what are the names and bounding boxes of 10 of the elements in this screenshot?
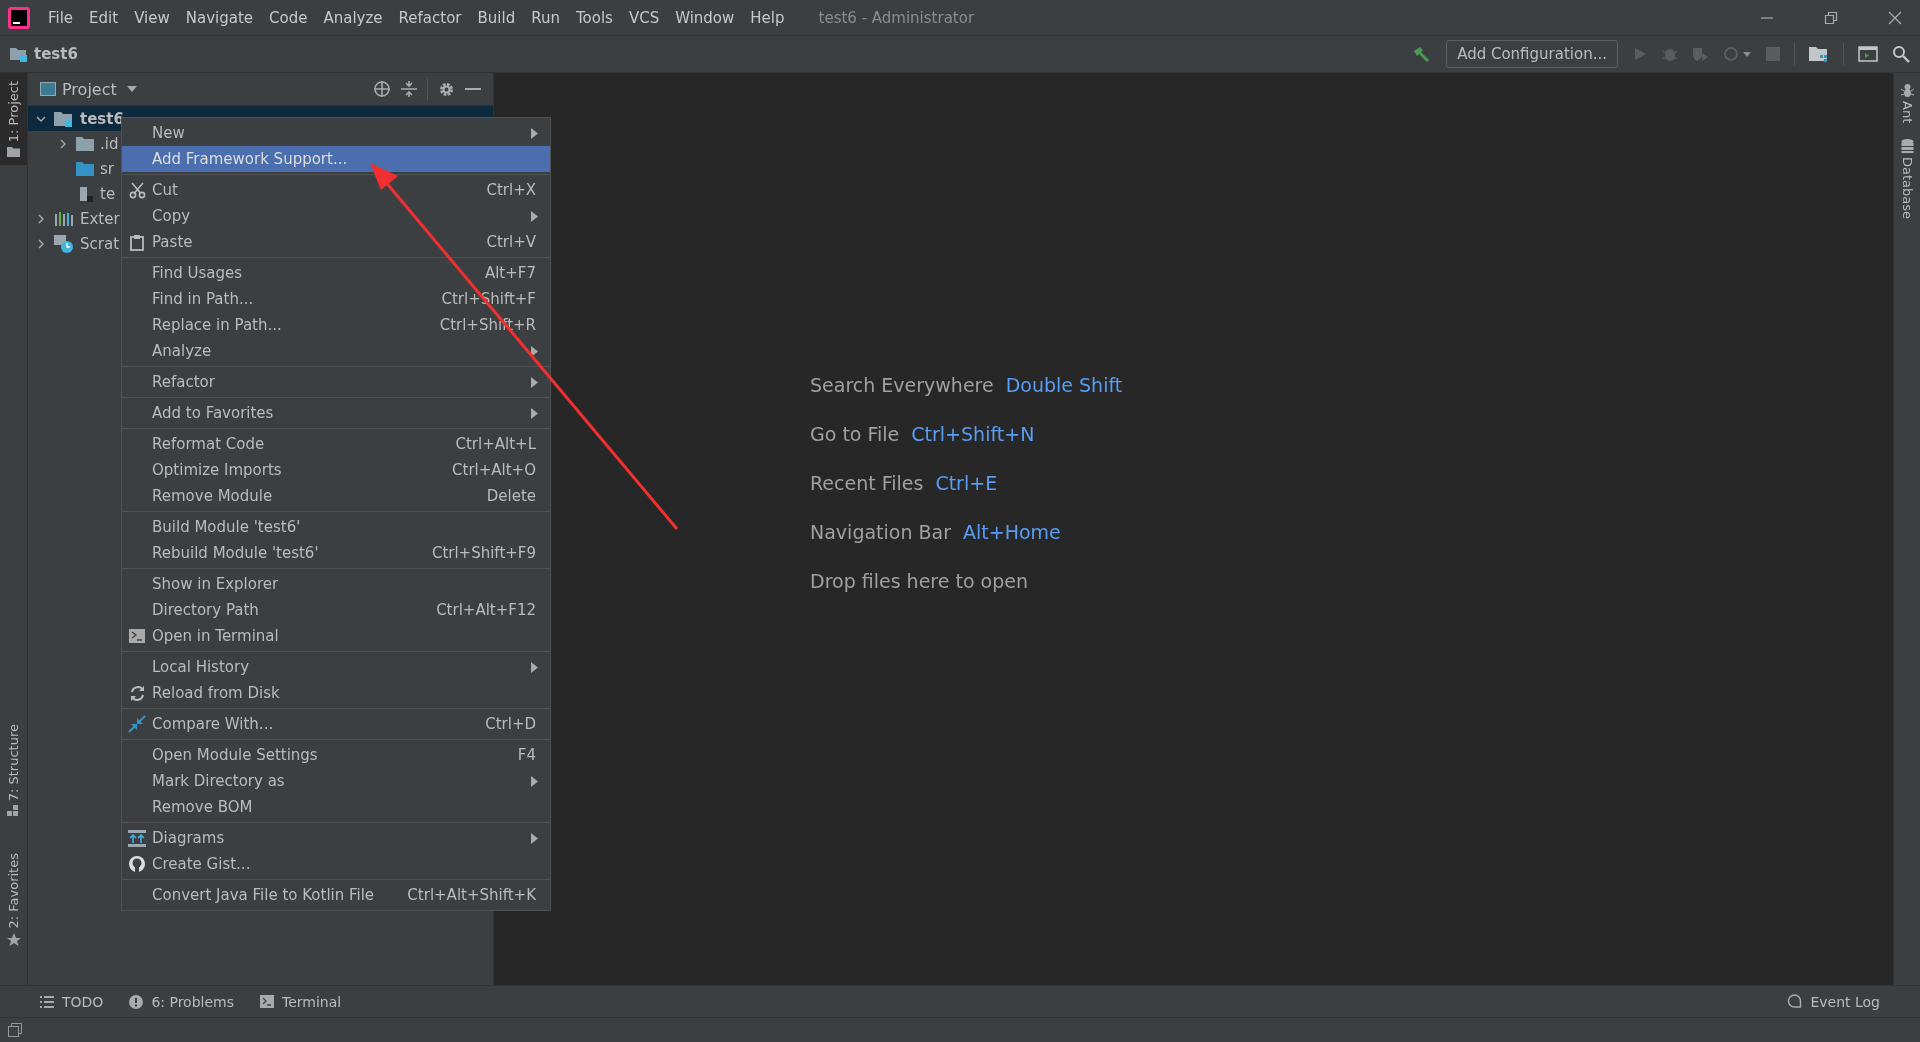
shortcut-text: Ctrl+Shift+N [911, 423, 1035, 445]
hint-text: Drop files here to open [810, 570, 1028, 592]
hint-text: Navigation Bar [810, 521, 951, 543]
shortcut-text: Double Shift [1005, 374, 1123, 396]
hint-text: Recent Files [810, 472, 924, 494]
hint-text: Search Everywhere [810, 374, 994, 396]
hint-text: Go to File [810, 423, 900, 445]
window-title: test6 - Administrator [818, 8, 975, 27]
shortcut-text: Alt+Home [963, 521, 1061, 543]
shortcut-text: Ctrl+E [935, 472, 998, 494]
